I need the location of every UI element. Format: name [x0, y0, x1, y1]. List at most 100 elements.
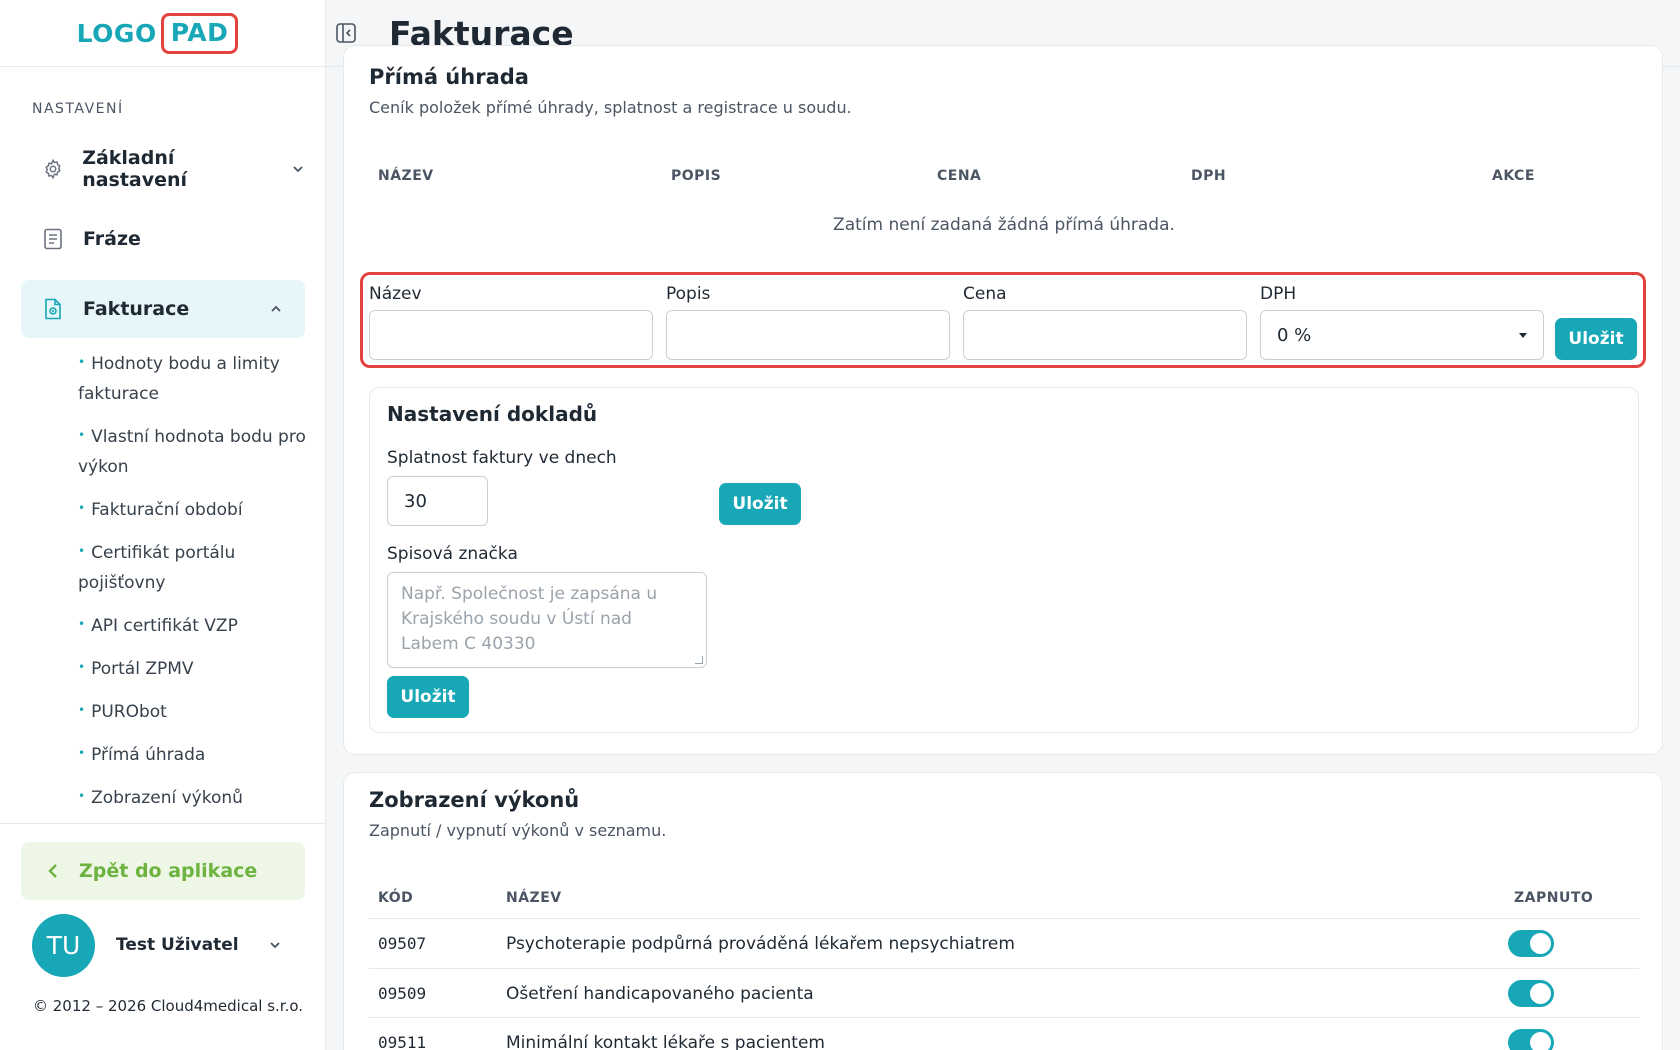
- subnav-item-custom-point-value[interactable]: • Vlastní hodnota bodu pro výkon: [78, 420, 308, 482]
- avatar: TU: [32, 913, 95, 977]
- description-input[interactable]: [666, 310, 950, 360]
- column-header-actions: AKCE: [1492, 168, 1535, 184]
- toggle-knob: [1530, 1032, 1551, 1050]
- subnav-item-procedures-display[interactable]: • Zobrazení výkonů: [78, 781, 308, 813]
- bullet-icon: •: [78, 428, 86, 442]
- procedure-enabled-toggle[interactable]: [1508, 930, 1554, 957]
- due-days-value: 30: [404, 490, 427, 512]
- subnav-item-direct-payment[interactable]: • Přímá úhrada: [78, 738, 308, 770]
- sidebar-item-basic-settings[interactable]: Základní nastavení: [21, 140, 305, 198]
- sidebar-item-label: Fráze: [83, 228, 141, 250]
- table-row: 09507 Psychoterapie podpůrná prováděná l…: [369, 918, 1639, 968]
- subnav-item-billing-period[interactable]: • Fakturační období: [78, 493, 308, 525]
- procedures-title: Zobrazení výkonů: [369, 788, 580, 812]
- subnav-item-point-values[interactable]: • Hodnoty bodu a limity fakturace: [78, 347, 308, 409]
- vat-selected-value: 0 %: [1277, 324, 1312, 346]
- procedure-code: 09507: [378, 934, 427, 953]
- subnav-item-label: Portál ZPMV: [91, 659, 194, 679]
- caret-down-icon: [1519, 332, 1527, 338]
- back-to-app-label: Zpět do aplikace: [79, 860, 258, 882]
- save-direct-payment-button[interactable]: Uložit: [1555, 318, 1637, 360]
- chevron-up-icon: [269, 302, 283, 316]
- procedure-enabled-toggle[interactable]: [1508, 1029, 1554, 1050]
- sidebar-item-phrases[interactable]: Fráze: [21, 210, 305, 268]
- name-label: Název: [369, 284, 422, 304]
- subnav-item-label: Certifikát portálu pojišťovny: [78, 543, 236, 593]
- vat-label: DPH: [1260, 284, 1297, 304]
- table-row: 09509 Ošetření handicapovaného pacienta: [369, 968, 1639, 1018]
- bullet-icon: •: [78, 355, 86, 369]
- sidebar-divider: [0, 823, 326, 824]
- subnav-item-insurer-certificate[interactable]: • Certifikát portálu pojišťovny: [78, 536, 308, 598]
- procedure-code: 09509: [378, 984, 427, 1003]
- copyright: © 2012 – 2026 Cloud4medical s.r.o.: [33, 997, 304, 1015]
- procedures-subtitle: Zapnutí / vypnutí výkonů v seznamu.: [369, 821, 667, 840]
- empty-table-message: Zatím není zadaná žádná přímá úhrada.: [833, 215, 1175, 235]
- subnav-item-label: Přímá úhrada: [91, 745, 206, 765]
- table-row: 09511 Minimální kontakt lékaře s pacient…: [369, 1017, 1639, 1050]
- sidebar-item-invoicing[interactable]: Fakturace: [21, 280, 305, 338]
- save-file-number-button[interactable]: Uložit: [387, 676, 469, 718]
- documents-settings-card: Nastavení dokladů Splatnost faktury ve d…: [369, 387, 1639, 733]
- bullet-icon: •: [78, 617, 86, 631]
- document-icon: [41, 227, 65, 251]
- direct-payment-subtitle: Ceník položek přímé úhrady, splatnost a …: [369, 98, 852, 117]
- bullet-icon: •: [78, 660, 86, 674]
- toggle-knob: [1530, 983, 1551, 1004]
- chevron-down-icon: [270, 942, 280, 949]
- file-number-placeholder: Např. Společnost je zapsána u Krajského …: [401, 584, 658, 654]
- procedure-code: 09511: [378, 1033, 427, 1050]
- bullet-icon: •: [78, 789, 86, 803]
- procedure-name: Psychoterapie podpůrná prováděná lékařem…: [506, 933, 1015, 954]
- bullet-icon: •: [78, 746, 86, 760]
- user-menu[interactable]: TU Test Uživatel: [32, 913, 292, 977]
- subnav-item-label: Hodnoty bodu a limity fakturace: [78, 354, 280, 404]
- column-header-vat: DPH: [1191, 168, 1227, 184]
- due-days-input[interactable]: 30: [387, 476, 488, 526]
- back-to-app-button[interactable]: Zpět do aplikace: [21, 842, 305, 900]
- direct-payment-title: Přímá úhrada: [369, 65, 529, 89]
- logo[interactable]: LOGO PAD: [76, 12, 239, 54]
- procedures-display-card: Zobrazení výkonů Zapnutí / vypnutí výkon…: [343, 772, 1663, 1050]
- user-name: Test Uživatel: [116, 935, 239, 955]
- sidebar-item-label: Základní nastavení: [82, 147, 188, 191]
- file-number-label: Spisová značka: [387, 544, 518, 564]
- save-due-days-button[interactable]: Uložit: [719, 483, 801, 525]
- due-days-label: Splatnost faktury ve dnech: [387, 448, 617, 468]
- logo-text: LOGO: [76, 18, 157, 48]
- resize-handle-icon[interactable]: [695, 656, 703, 664]
- gear-icon: [41, 157, 64, 181]
- procedure-enabled-toggle[interactable]: [1508, 980, 1554, 1007]
- column-header-enabled: ZAPNUTO: [1514, 890, 1594, 906]
- vat-select[interactable]: 0 %: [1260, 310, 1544, 360]
- bullet-icon: •: [78, 703, 86, 717]
- chevron-down-icon: [291, 162, 305, 176]
- toggle-knob: [1530, 933, 1551, 954]
- subnav-item-label: API certifikát VZP: [91, 616, 238, 636]
- subnav-item-vzp-api-certificate[interactable]: • API certifikát VZP: [78, 609, 308, 641]
- logo-pad-text: PAD: [160, 12, 239, 54]
- column-header-name: NÁZEV: [506, 890, 562, 906]
- file-number-textarea[interactable]: Např. Společnost je zapsána u Krajského …: [387, 572, 707, 668]
- column-header-description: POPIS: [671, 168, 722, 184]
- subnav-item-zpmv-portal[interactable]: • Portál ZPMV: [78, 652, 308, 684]
- sidebar-toggle-icon[interactable]: [335, 22, 357, 44]
- settings-section-title: NASTAVENÍ: [32, 101, 124, 117]
- documents-settings-title: Nastavení dokladů: [387, 402, 598, 426]
- price-input[interactable]: [963, 310, 1247, 360]
- bullet-icon: •: [78, 544, 86, 558]
- logo-bar: LOGO PAD: [0, 0, 325, 67]
- subnav-item-purobot[interactable]: • PURObot: [78, 695, 308, 727]
- column-header-name: NÁZEV: [378, 168, 434, 184]
- name-input[interactable]: [369, 310, 653, 360]
- subnav-item-label: Fakturační období: [91, 500, 243, 520]
- description-label: Popis: [666, 284, 711, 304]
- direct-payment-card: Přímá úhrada Ceník položek přímé úhrady,…: [343, 45, 1663, 755]
- invoicing-subnav: • Hodnoty bodu a limity fakturace • Vlastn…: [78, 347, 308, 824]
- procedure-name: Ošetření handicapovaného pacienta: [506, 983, 814, 1004]
- chevron-left-icon: [48, 864, 57, 878]
- price-label: Cena: [963, 284, 1007, 304]
- bullet-icon: •: [78, 501, 86, 515]
- subnav-item-label: PURObot: [91, 702, 167, 722]
- subnav-item-label: Zobrazení výkonů: [91, 788, 243, 808]
